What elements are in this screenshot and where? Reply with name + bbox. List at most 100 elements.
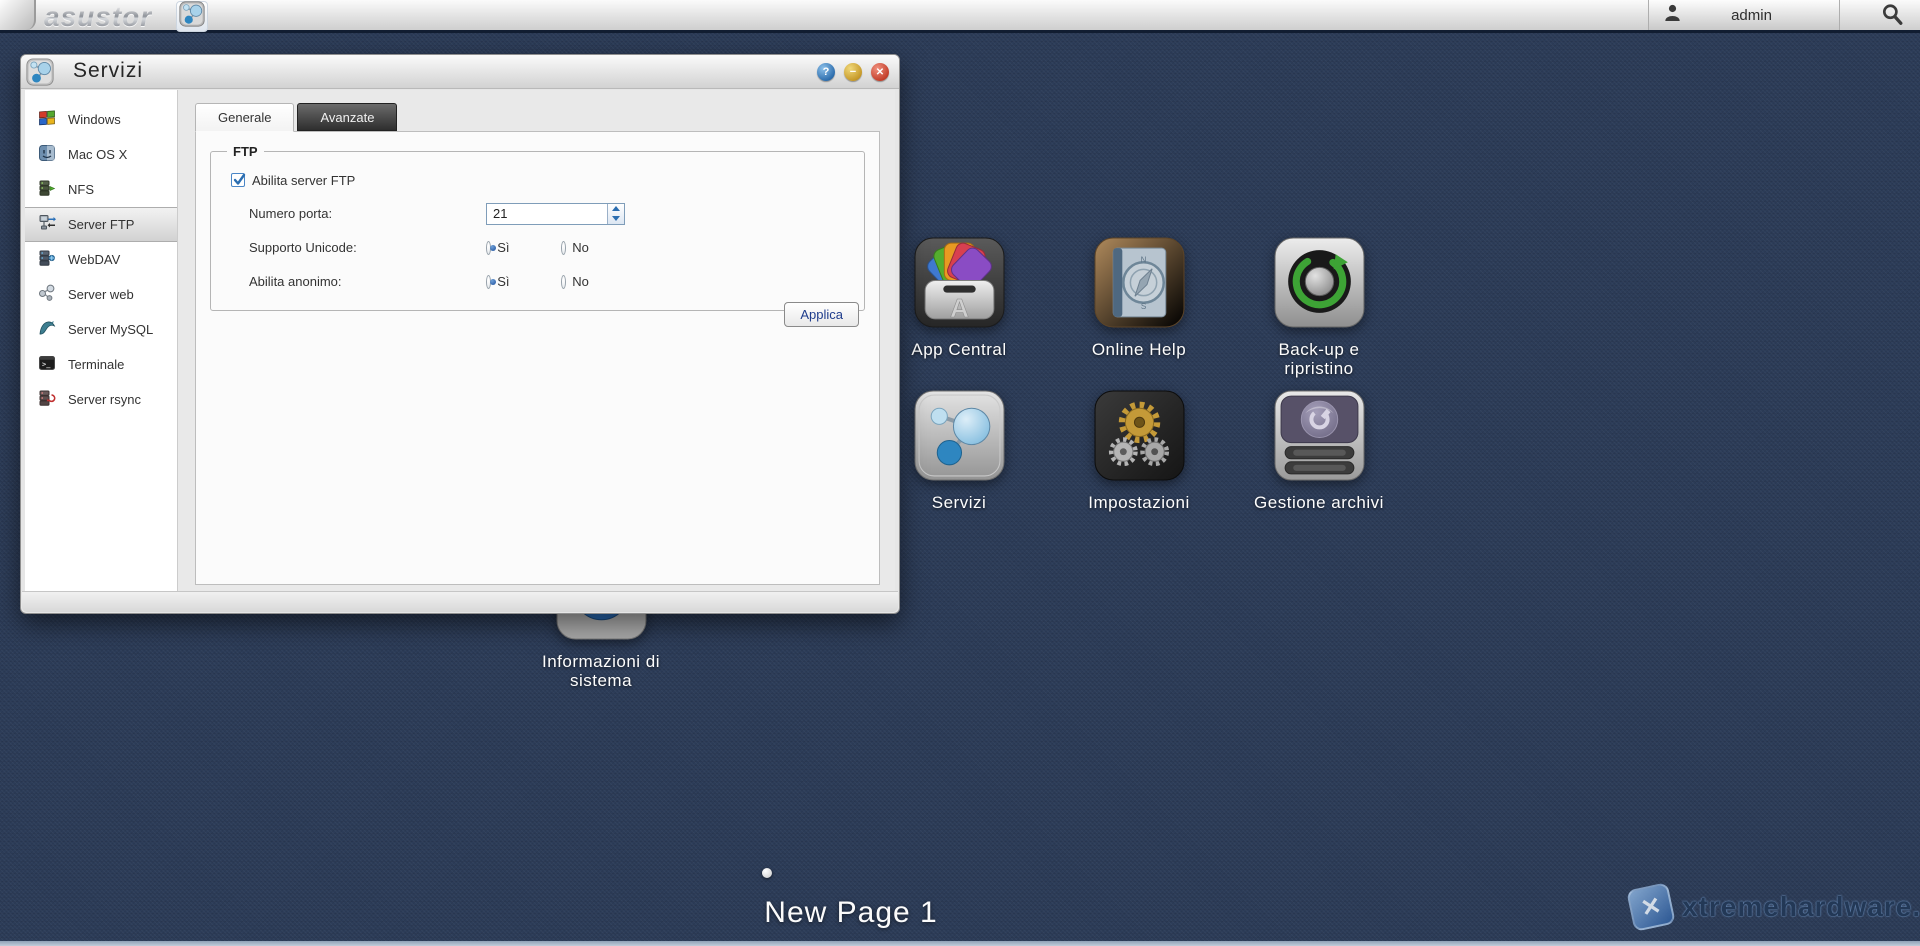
unicode-label: Supporto Unicode: (249, 240, 486, 255)
icon-label: Online Help (1092, 340, 1186, 359)
sidebar-item-label: Mac OS X (68, 147, 127, 162)
svg-text:S: S (1140, 302, 1146, 311)
taskbar-servizi-app[interactable] (176, 1, 208, 32)
help-button[interactable]: ? (817, 63, 835, 81)
asustor-logo: asustor (44, 1, 152, 33)
icon-label: Gestione archivi (1254, 493, 1384, 512)
user-menu-button[interactable]: admin (1648, 0, 1840, 30)
icon-label: Impostazioni (1088, 493, 1189, 512)
sidebar-item-label: Windows (68, 112, 121, 127)
topbar: asustor admin (0, 0, 1920, 33)
search-button[interactable] (1878, 3, 1906, 29)
window-servizi-icon (26, 58, 54, 91)
sidebar-item-label: Server web (68, 287, 134, 302)
tab-avanzate[interactable]: Avanzate (297, 103, 397, 131)
backup-restore-icon (1273, 236, 1366, 334)
port-row: Numero porta: (249, 201, 854, 226)
desktop-icon-impostazioni[interactable]: Impostazioni (1049, 389, 1229, 512)
window-footer (22, 591, 898, 612)
sidebar-item-label: WebDAV (68, 252, 120, 267)
sidebar-item-nfs[interactable]: NFS (25, 172, 177, 207)
close-button[interactable]: ✕ (871, 63, 889, 81)
macosx-icon (38, 144, 56, 165)
icon-label: Informazioni di sistema (535, 652, 667, 690)
anonymous-no-label: No (572, 274, 636, 289)
sidebar-item-terminale[interactable]: >_ Terminale (25, 347, 177, 382)
radio-checked-icon[interactable] (486, 241, 491, 255)
spinner-down-icon[interactable] (608, 214, 624, 224)
unicode-no-label: No (572, 240, 636, 255)
settings-gears-icon (1093, 389, 1186, 487)
page-indicator-dot[interactable] (762, 868, 772, 878)
sidebar-item-windows[interactable]: Windows (25, 102, 177, 137)
unicode-no-option[interactable]: No (561, 240, 636, 255)
unicode-row: Supporto Unicode: Sì No (249, 235, 854, 260)
storage-manager-icon (1273, 389, 1366, 487)
bottom-edge-strip (0, 941, 1920, 946)
servizi-window: Servizi ? − ✕ Windows Mac OS X NFS (20, 54, 900, 614)
sidebar-item-server-rsync[interactable]: Server rsync (25, 382, 177, 417)
nfs-icon (38, 179, 56, 200)
sidebar-item-webdav[interactable]: WebDAV (25, 242, 177, 277)
anonymous-yes-label: Sì (497, 274, 561, 289)
unicode-yes-option[interactable]: Sì (486, 240, 561, 255)
terminal-icon: >_ (38, 354, 56, 375)
port-label: Numero porta: (249, 206, 486, 221)
search-icon (1881, 3, 1903, 30)
radio-checked-icon[interactable] (486, 275, 491, 289)
app-central-icon: A (913, 236, 1006, 334)
sidebar-item-server-web[interactable]: Server web (25, 277, 177, 312)
services-icon (913, 389, 1006, 487)
ftp-fieldset: FTP Abilita server FTP Numero porta: (210, 144, 865, 311)
anonymous-no-option[interactable]: No (561, 274, 636, 289)
window-titlebar[interactable]: Servizi ? − ✕ (21, 55, 899, 89)
port-spinner (607, 204, 624, 224)
anonymous-row: Abilita anonimo: Sì No (249, 269, 854, 294)
user-icon (1663, 3, 1682, 27)
radio-unchecked-icon[interactable] (561, 275, 566, 289)
topbar-corner (0, 0, 36, 30)
icon-label: Back-up e ripristino (1253, 340, 1385, 378)
sidebar-item-label: Server MySQL (68, 322, 153, 337)
online-help-icon: NS (1093, 236, 1186, 334)
spinner-up-icon[interactable] (608, 204, 624, 214)
windows-icon (38, 109, 56, 130)
watermark: ✕ xtremehardware.it (1630, 886, 1920, 928)
tab-generale[interactable]: Generale (195, 103, 294, 132)
generale-tab-panel: FTP Abilita server FTP Numero porta: (195, 131, 880, 585)
ftp-icon (38, 214, 56, 235)
web-icon (38, 284, 56, 305)
sidebar-item-macosx[interactable]: Mac OS X (25, 137, 177, 172)
watermark-text: xtremehardware.it (1682, 891, 1920, 923)
radio-unchecked-icon[interactable] (561, 241, 566, 255)
enable-ftp-label: Abilita server FTP (252, 173, 355, 188)
enable-ftp-checkbox[interactable] (231, 173, 245, 187)
enable-ftp-row[interactable]: Abilita server FTP (231, 169, 854, 191)
apply-button[interactable]: Applica (784, 302, 859, 327)
anonymous-yes-option[interactable]: Sì (486, 274, 561, 289)
icon-label: App Central (911, 340, 1006, 359)
rsync-icon (38, 389, 56, 410)
desktop-icon-gestione-archivi[interactable]: Gestione archivi (1229, 389, 1409, 512)
ftp-legend: FTP (227, 144, 264, 159)
desktop-icon-backup[interactable]: Back-up e ripristino (1229, 236, 1409, 378)
unicode-yes-label: Sì (497, 240, 561, 255)
sidebar-item-label: Terminale (68, 357, 124, 372)
desktop-icon-online-help[interactable]: NS Online Help (1049, 236, 1229, 359)
xtremehardware-logo-icon: ✕ (1626, 882, 1676, 932)
sidebar-item-server-ftp[interactable]: Server FTP (25, 207, 177, 242)
desktop-page-title: New Page 1 (731, 896, 971, 930)
svg-text:N: N (1140, 255, 1146, 264)
sidebar-item-label: Server FTP (68, 217, 134, 232)
servizi-app-icon (179, 1, 205, 32)
tab-bar: Generale Avanzate (195, 103, 397, 131)
port-input[interactable] (486, 203, 625, 225)
sidebar-item-server-mysql[interactable]: Server MySQL (25, 312, 177, 347)
window-title: Servizi (73, 59, 143, 83)
user-name-label: admin (1682, 7, 1839, 24)
minimize-button[interactable]: − (844, 63, 862, 81)
window-body: Windows Mac OS X NFS Server FTP WebDAV (25, 90, 895, 591)
webdav-icon (38, 249, 56, 270)
svg-text:A: A (950, 293, 969, 323)
services-sidebar: Windows Mac OS X NFS Server FTP WebDAV (25, 90, 178, 591)
